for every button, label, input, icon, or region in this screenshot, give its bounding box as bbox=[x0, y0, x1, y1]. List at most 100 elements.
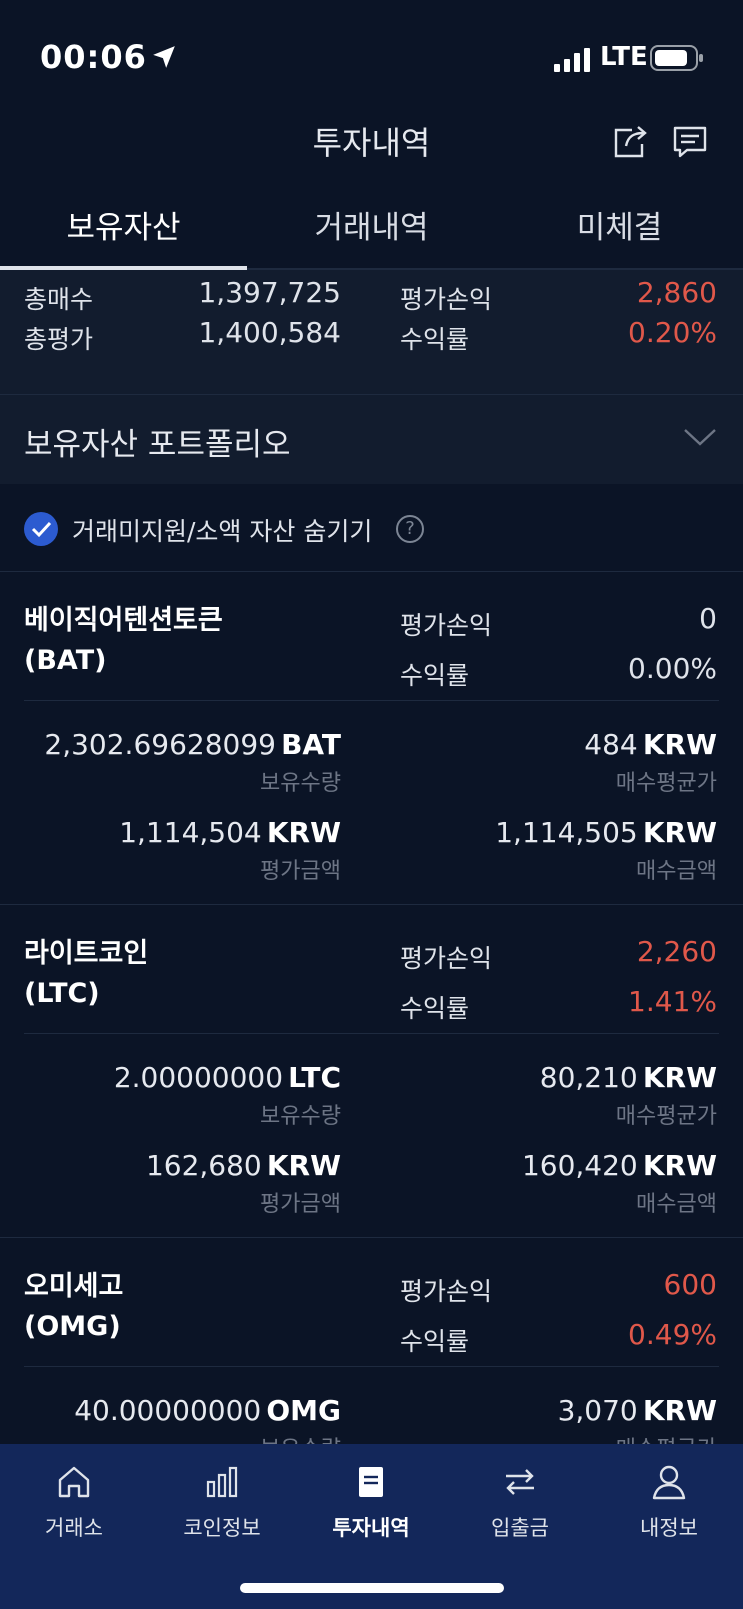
evaluation-amount-caption: 평가금액 bbox=[260, 859, 341, 884]
buy-amount-unit: KRW bbox=[642, 816, 717, 849]
tab-holdings[interactable]: 보유자산 bbox=[0, 186, 247, 270]
asset-rate-value: 1.41% bbox=[628, 985, 717, 1018]
average-buy-price-unit: KRW bbox=[642, 1394, 717, 1427]
portfolio-label: 보유자산 포트폴리오 bbox=[24, 427, 291, 463]
holding-quantity-caption: 보유수량 bbox=[260, 1104, 341, 1129]
chevron-down-icon bbox=[684, 429, 716, 446]
holdings-summary: 총매수 1,397,725 총평가 1,400,584 평가손익 2,860 수… bbox=[0, 270, 743, 394]
asset-card-bat[interactable]: 베이직어텐션토큰 (BAT) 평가손익 0 수익률 0.00% 2,302.69… bbox=[0, 572, 743, 905]
average-buy-price-value: 484 bbox=[584, 728, 638, 761]
buy-amount: 1,114,505 KRW 매수금액 bbox=[495, 816, 717, 885]
holding-quantity-value: 2,302.69628099 bbox=[44, 728, 276, 761]
asset-card-ltc[interactable]: 라이트코인 (LTC) 평가손익 2,260 수익률 1.41% 2.00000… bbox=[0, 905, 743, 1238]
total-pl-value: 2,860 bbox=[636, 276, 717, 309]
asset-pl-label: 평가손익 bbox=[400, 611, 493, 640]
holding-quantity-unit: OMG bbox=[266, 1394, 341, 1427]
asset-symbol: (LTC) bbox=[24, 978, 100, 1009]
transfer-icon bbox=[506, 1469, 534, 1495]
person-icon bbox=[652, 1465, 686, 1500]
tab-bar: 보유자산 거래내역 미체결 bbox=[0, 186, 743, 270]
evaluation-amount-unit: KRW bbox=[266, 816, 341, 849]
buy-amount: 160,420 KRW 매수금액 bbox=[522, 1149, 717, 1218]
total-buy-label: 총매수 bbox=[24, 285, 94, 314]
asset-rate-value: 0.00% bbox=[628, 652, 717, 685]
asset-rate-value: 0.49% bbox=[628, 1318, 717, 1351]
evaluation-amount: 162,680 KRW 평가금액 bbox=[146, 1149, 341, 1218]
total-eval-label: 총평가 bbox=[24, 325, 94, 354]
asset-divider bbox=[24, 1033, 719, 1034]
asset-pl-value: 600 bbox=[663, 1268, 717, 1301]
battery-icon bbox=[650, 45, 703, 71]
location-arrow-icon bbox=[153, 46, 175, 68]
asset-pl-label: 평가손익 bbox=[400, 1277, 493, 1306]
asset-divider bbox=[24, 1366, 719, 1367]
nav-investment-history-label: 투자내역 bbox=[332, 1516, 410, 1540]
holding-quantity: 2,302.69628099 BAT 보유수량 bbox=[44, 728, 341, 797]
buy-amount-value: 1,114,505 bbox=[495, 816, 638, 849]
total-eval-value: 1,400,584 bbox=[198, 316, 341, 349]
holding-quantity-value: 40.00000000 bbox=[74, 1394, 262, 1427]
average-buy-price-caption: 매수평균가 bbox=[615, 1104, 717, 1129]
check-icon bbox=[31, 521, 52, 538]
home-indicator[interactable] bbox=[240, 1583, 504, 1593]
asset-rate-label: 수익률 bbox=[400, 994, 470, 1023]
nav-coin-info-label: 코인정보 bbox=[183, 1516, 261, 1540]
average-buy-price: 484 KRW 매수평균가 bbox=[584, 728, 717, 797]
tab-pending[interactable]: 미체결 bbox=[496, 186, 743, 270]
total-pl-label: 평가손익 bbox=[400, 285, 493, 314]
holding-quantity-caption: 보유수량 bbox=[260, 771, 341, 796]
portfolio-toggle[interactable]: 보유자산 포트폴리오 bbox=[0, 394, 743, 484]
evaluation-amount-value: 1,114,504 bbox=[119, 816, 262, 849]
asset-symbol: (OMG) bbox=[24, 1311, 121, 1342]
asset-pl-label: 평가손익 bbox=[400, 944, 493, 973]
asset-name: 오미세고 bbox=[24, 1271, 124, 1302]
asset-card-omg[interactable]: 오미세고 (OMG) 평가손익 600 수익률 0.49% 40.0000000… bbox=[0, 1238, 743, 1462]
buy-amount-unit: KRW bbox=[642, 1149, 717, 1182]
nav-investment-history[interactable]: 투자내역 bbox=[297, 1462, 445, 1542]
nav-deposit-withdraw-label: 입출금 bbox=[491, 1516, 549, 1540]
nav-exchange[interactable]: 거래소 bbox=[0, 1462, 148, 1542]
evaluation-amount-value: 162,680 bbox=[145, 1149, 262, 1182]
holding-quantity-value: 2.00000000 bbox=[113, 1061, 284, 1094]
holding-quantity-unit: LTC bbox=[288, 1061, 341, 1094]
share-icon[interactable] bbox=[610, 122, 650, 162]
hide-small-assets-filter: 거래미지원/소액 자산 숨기기 ? bbox=[0, 484, 743, 572]
asset-symbol: (BAT) bbox=[24, 645, 107, 676]
average-buy-price-unit: KRW bbox=[642, 1061, 717, 1094]
asset-rate-label: 수익률 bbox=[400, 661, 470, 690]
buy-amount-caption: 매수금액 bbox=[636, 859, 717, 884]
average-buy-price-value: 80,210 bbox=[539, 1061, 638, 1094]
help-icon[interactable]: ? bbox=[396, 515, 424, 543]
buy-amount-caption: 매수금액 bbox=[636, 1192, 717, 1217]
average-buy-price-value: 3,070 bbox=[557, 1394, 638, 1427]
chat-icon[interactable] bbox=[670, 122, 710, 162]
cellular-signal-icon bbox=[554, 48, 590, 72]
total-rate-value: 0.20% bbox=[628, 316, 717, 349]
nav-my-info-label: 내정보 bbox=[640, 1516, 698, 1540]
status-time: 00:06 bbox=[40, 38, 147, 76]
average-buy-price-caption: 매수평균가 bbox=[615, 771, 717, 796]
asset-divider bbox=[24, 700, 719, 701]
buy-amount-value: 160,420 bbox=[521, 1149, 638, 1182]
tab-trade-history[interactable]: 거래내역 bbox=[248, 186, 495, 270]
holding-quantity-unit: BAT bbox=[281, 728, 341, 761]
average-buy-price-unit: KRW bbox=[642, 728, 717, 761]
nav-coin-info[interactable]: 코인정보 bbox=[148, 1462, 296, 1542]
asset-name: 베이직어텐션토큰 bbox=[24, 605, 223, 636]
holding-quantity: 2.00000000 LTC 보유수량 bbox=[114, 1061, 341, 1130]
evaluation-amount: 1,114,504 KRW 평가금액 bbox=[119, 816, 341, 885]
average-buy-price: 80,210 KRW 매수평균가 bbox=[540, 1061, 717, 1130]
document-icon bbox=[359, 1467, 383, 1497]
network-type: LTE bbox=[600, 42, 648, 72]
nav-my-info[interactable]: 내정보 bbox=[595, 1462, 743, 1542]
evaluation-amount-unit: KRW bbox=[266, 1149, 341, 1182]
total-buy-value: 1,397,725 bbox=[198, 276, 341, 309]
nav-exchange-label: 거래소 bbox=[45, 1516, 103, 1540]
bar-chart-icon bbox=[206, 1466, 238, 1498]
total-rate-label: 수익률 bbox=[400, 325, 470, 354]
asset-name: 라이트코인 bbox=[24, 938, 149, 969]
hide-small-assets-checkbox[interactable] bbox=[24, 512, 58, 546]
home-icon bbox=[58, 1466, 90, 1498]
nav-deposit-withdraw[interactable]: 입출금 bbox=[446, 1462, 594, 1542]
status-bar: 00:06 LTE bbox=[0, 0, 743, 120]
